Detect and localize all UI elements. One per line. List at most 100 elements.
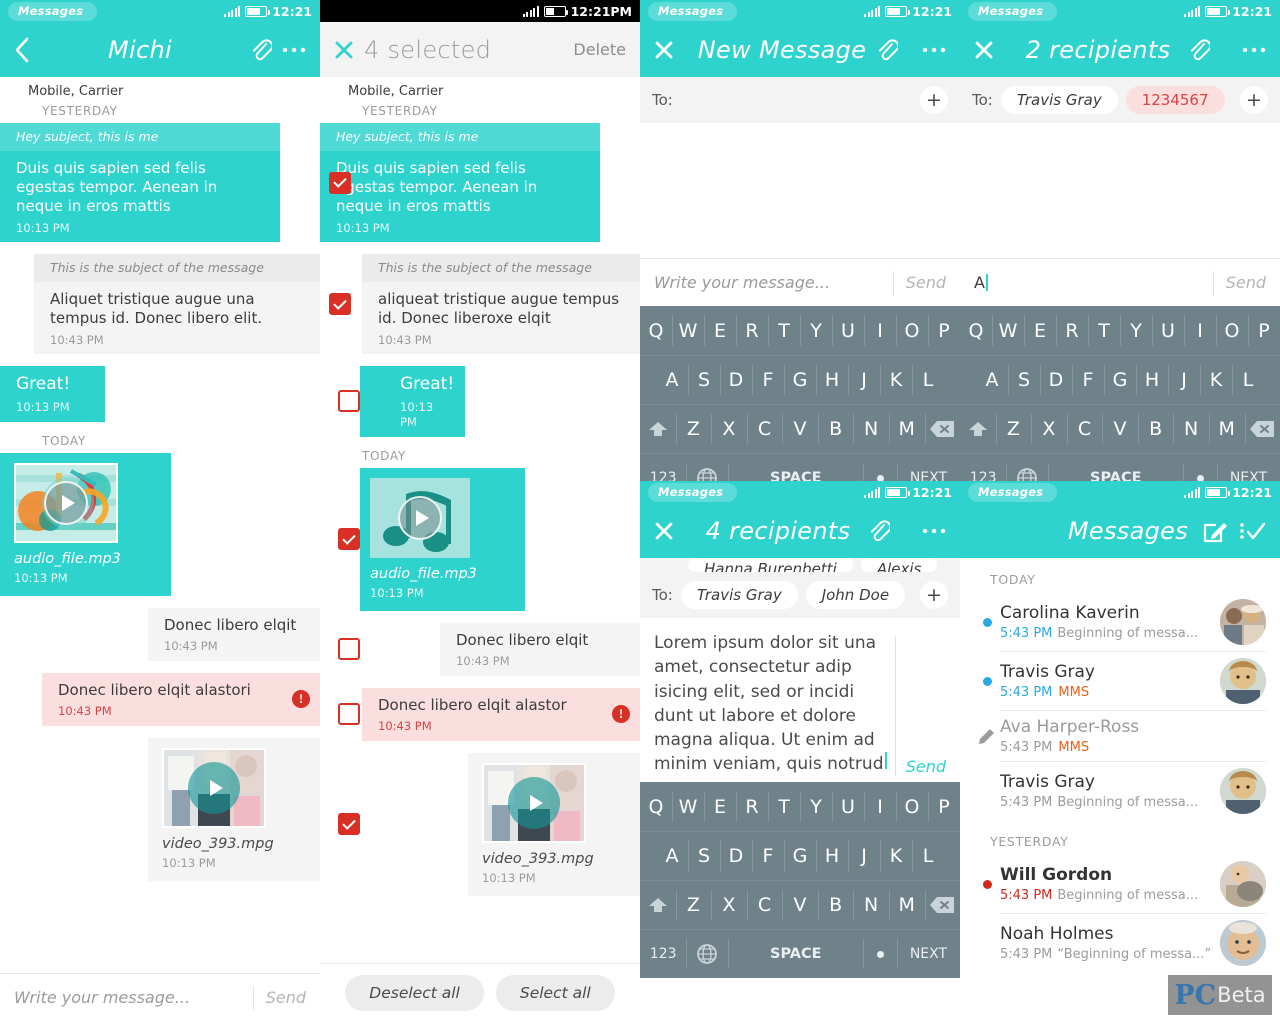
message-composer[interactable]: Write your message... Send bbox=[0, 973, 320, 1021]
key-s[interactable]: S bbox=[688, 832, 720, 880]
key-r[interactable]: R bbox=[736, 306, 768, 355]
message-bubble-failed[interactable]: Donec libero elqit alastori 10:43 PM ! bbox=[42, 673, 320, 726]
key-t[interactable]: T bbox=[768, 782, 800, 831]
key-period[interactable] bbox=[1183, 454, 1217, 481]
key-k[interactable]: K bbox=[880, 356, 912, 404]
message-row-selectable[interactable]: Donec libero elqit 10:43 PM bbox=[320, 622, 640, 676]
send-button[interactable]: Send bbox=[906, 273, 946, 292]
key-h[interactable]: H bbox=[816, 832, 848, 880]
recipient-chip-overflow[interactable]: Hanna Burenbetti bbox=[688, 558, 853, 572]
list-item[interactable]: Ava Harper-Ross 5:43 PM MMS bbox=[960, 711, 1280, 761]
message-checkbox[interactable] bbox=[338, 528, 360, 551]
message-bubble-incoming[interactable]: This is the subject of the message aliqu… bbox=[362, 254, 640, 355]
key-w[interactable]: W bbox=[672, 782, 704, 831]
close-icon[interactable] bbox=[974, 40, 994, 60]
paperclip-icon[interactable] bbox=[868, 518, 891, 544]
key-b[interactable]: B bbox=[817, 405, 854, 453]
key-d[interactable]: D bbox=[1040, 356, 1072, 404]
key-i[interactable]: I bbox=[1184, 306, 1216, 355]
key-numbers[interactable]: 123 bbox=[640, 930, 686, 978]
globe-language-icon[interactable] bbox=[686, 930, 728, 978]
backspace-icon[interactable] bbox=[924, 881, 961, 929]
key-j[interactable]: J bbox=[1168, 356, 1200, 404]
attachment-bubble-audio[interactable]: audio_file.mp3 10:13 PM bbox=[360, 467, 525, 611]
key-g[interactable]: G bbox=[1104, 356, 1136, 404]
key-b[interactable]: B bbox=[817, 881, 854, 929]
paperclip-icon[interactable] bbox=[876, 37, 899, 63]
close-icon[interactable] bbox=[654, 521, 674, 541]
close-icon[interactable] bbox=[334, 40, 354, 60]
key-y[interactable]: Y bbox=[800, 306, 832, 355]
key-p[interactable]: P bbox=[1248, 306, 1280, 355]
key-d[interactable]: D bbox=[720, 356, 752, 404]
shift-up-icon[interactable] bbox=[960, 405, 996, 453]
send-button[interactable]: Send bbox=[906, 757, 946, 776]
key-numbers[interactable]: 123 bbox=[960, 454, 1006, 481]
key-v[interactable]: V bbox=[782, 405, 818, 453]
key-a[interactable]: A bbox=[656, 832, 688, 880]
recipients-bar[interactable]: To: Travis Gray 1234567 + bbox=[960, 77, 1280, 123]
key-l[interactable]: L bbox=[1232, 356, 1264, 404]
key-x[interactable]: X bbox=[711, 405, 747, 453]
chevron-left-icon[interactable] bbox=[14, 37, 30, 63]
key-u[interactable]: U bbox=[832, 782, 864, 831]
key-s[interactable]: S bbox=[1008, 356, 1040, 404]
globe-language-icon[interactable] bbox=[1006, 454, 1048, 481]
key-n[interactable]: N bbox=[1173, 405, 1209, 453]
key-q[interactable]: Q bbox=[640, 782, 672, 831]
on-screen-keyboard[interactable]: Q W E R T Y U I O P A S D F G H J K L Z … bbox=[960, 306, 1280, 481]
key-q[interactable]: Q bbox=[640, 306, 672, 355]
key-m[interactable]: M bbox=[888, 405, 925, 453]
list-item[interactable]: Travis Gray 5:43 PM MMS bbox=[960, 652, 1280, 710]
key-space[interactable]: SPACE bbox=[728, 454, 863, 481]
message-row-selectable[interactable]: This is the subject of the message aliqu… bbox=[320, 254, 640, 355]
message-bubble-outgoing[interactable]: Hey subject, this is me Duis quis sapien… bbox=[0, 123, 280, 243]
key-r[interactable]: R bbox=[1056, 306, 1088, 355]
recipient-chip-invalid[interactable]: 1234567 bbox=[1125, 86, 1225, 114]
key-p[interactable]: P bbox=[928, 782, 960, 831]
key-g[interactable]: G bbox=[784, 832, 816, 880]
key-s[interactable]: S bbox=[688, 356, 720, 404]
key-next[interactable]: NEXT bbox=[1216, 454, 1280, 481]
play-icon[interactable] bbox=[44, 480, 88, 525]
message-bubble-incoming[interactable]: Donec libero elqit 10:43 PM bbox=[148, 608, 320, 662]
message-input[interactable]: Lorem ipsum dolor sit una amet, consecte… bbox=[654, 631, 889, 776]
play-icon[interactable] bbox=[188, 761, 240, 814]
message-composer-expanded[interactable]: Lorem ipsum dolor sit una amet, consecte… bbox=[640, 618, 960, 782]
message-input-placeholder[interactable]: Write your message... bbox=[654, 273, 889, 292]
list-item[interactable]: Travis Gray 5:43 PM Beginning of messa... bbox=[960, 762, 1280, 820]
error-icon[interactable]: ! bbox=[612, 705, 630, 724]
message-bubble-failed[interactable]: Donec libero elqit alastor 10:43 PM ! bbox=[362, 687, 640, 741]
key-f[interactable]: F bbox=[752, 356, 784, 404]
message-bubble-incoming[interactable]: Donec libero elqit 10:43 PM bbox=[440, 622, 640, 676]
message-bubble-outgoing[interactable]: Hey subject, this is me Duis quis sapien… bbox=[320, 123, 600, 243]
key-n[interactable]: N bbox=[853, 405, 889, 453]
key-o[interactable]: O bbox=[896, 782, 928, 831]
recipients-bar[interactable]: To: Travis Gray John Doe + bbox=[640, 572, 960, 618]
close-icon[interactable] bbox=[654, 40, 674, 60]
key-k[interactable]: K bbox=[880, 832, 912, 880]
key-a[interactable]: A bbox=[976, 356, 1008, 404]
recipient-chip[interactable]: John Doe bbox=[805, 581, 906, 609]
key-r[interactable]: R bbox=[736, 782, 768, 831]
key-h[interactable]: H bbox=[816, 356, 848, 404]
message-row-selectable[interactable]: video_393.mpg 10:13 PM bbox=[320, 752, 640, 896]
key-y[interactable]: Y bbox=[800, 782, 832, 831]
key-p[interactable]: P bbox=[928, 306, 960, 355]
send-button[interactable]: Send bbox=[266, 988, 306, 1007]
key-k[interactable]: K bbox=[1200, 356, 1232, 404]
key-next[interactable]: NEXT bbox=[896, 454, 960, 481]
attachment-bubble-video[interactable]: video_393.mpg 10:13 PM bbox=[468, 752, 640, 896]
key-i[interactable]: I bbox=[864, 306, 896, 355]
message-row-selectable[interactable]: audio_file.mp3 10:13 PM bbox=[320, 467, 640, 611]
key-m[interactable]: M bbox=[888, 881, 925, 929]
key-c[interactable]: C bbox=[746, 405, 783, 453]
select-all-button[interactable]: Select all bbox=[495, 974, 615, 1011]
key-n[interactable]: N bbox=[853, 881, 889, 929]
backspace-icon[interactable] bbox=[924, 405, 961, 453]
add-recipient-button[interactable]: + bbox=[1240, 86, 1268, 114]
message-input[interactable]: A bbox=[974, 273, 1209, 292]
key-h[interactable]: H bbox=[1136, 356, 1168, 404]
key-numbers[interactable]: 123 bbox=[640, 454, 686, 481]
message-checkbox[interactable] bbox=[338, 638, 360, 661]
